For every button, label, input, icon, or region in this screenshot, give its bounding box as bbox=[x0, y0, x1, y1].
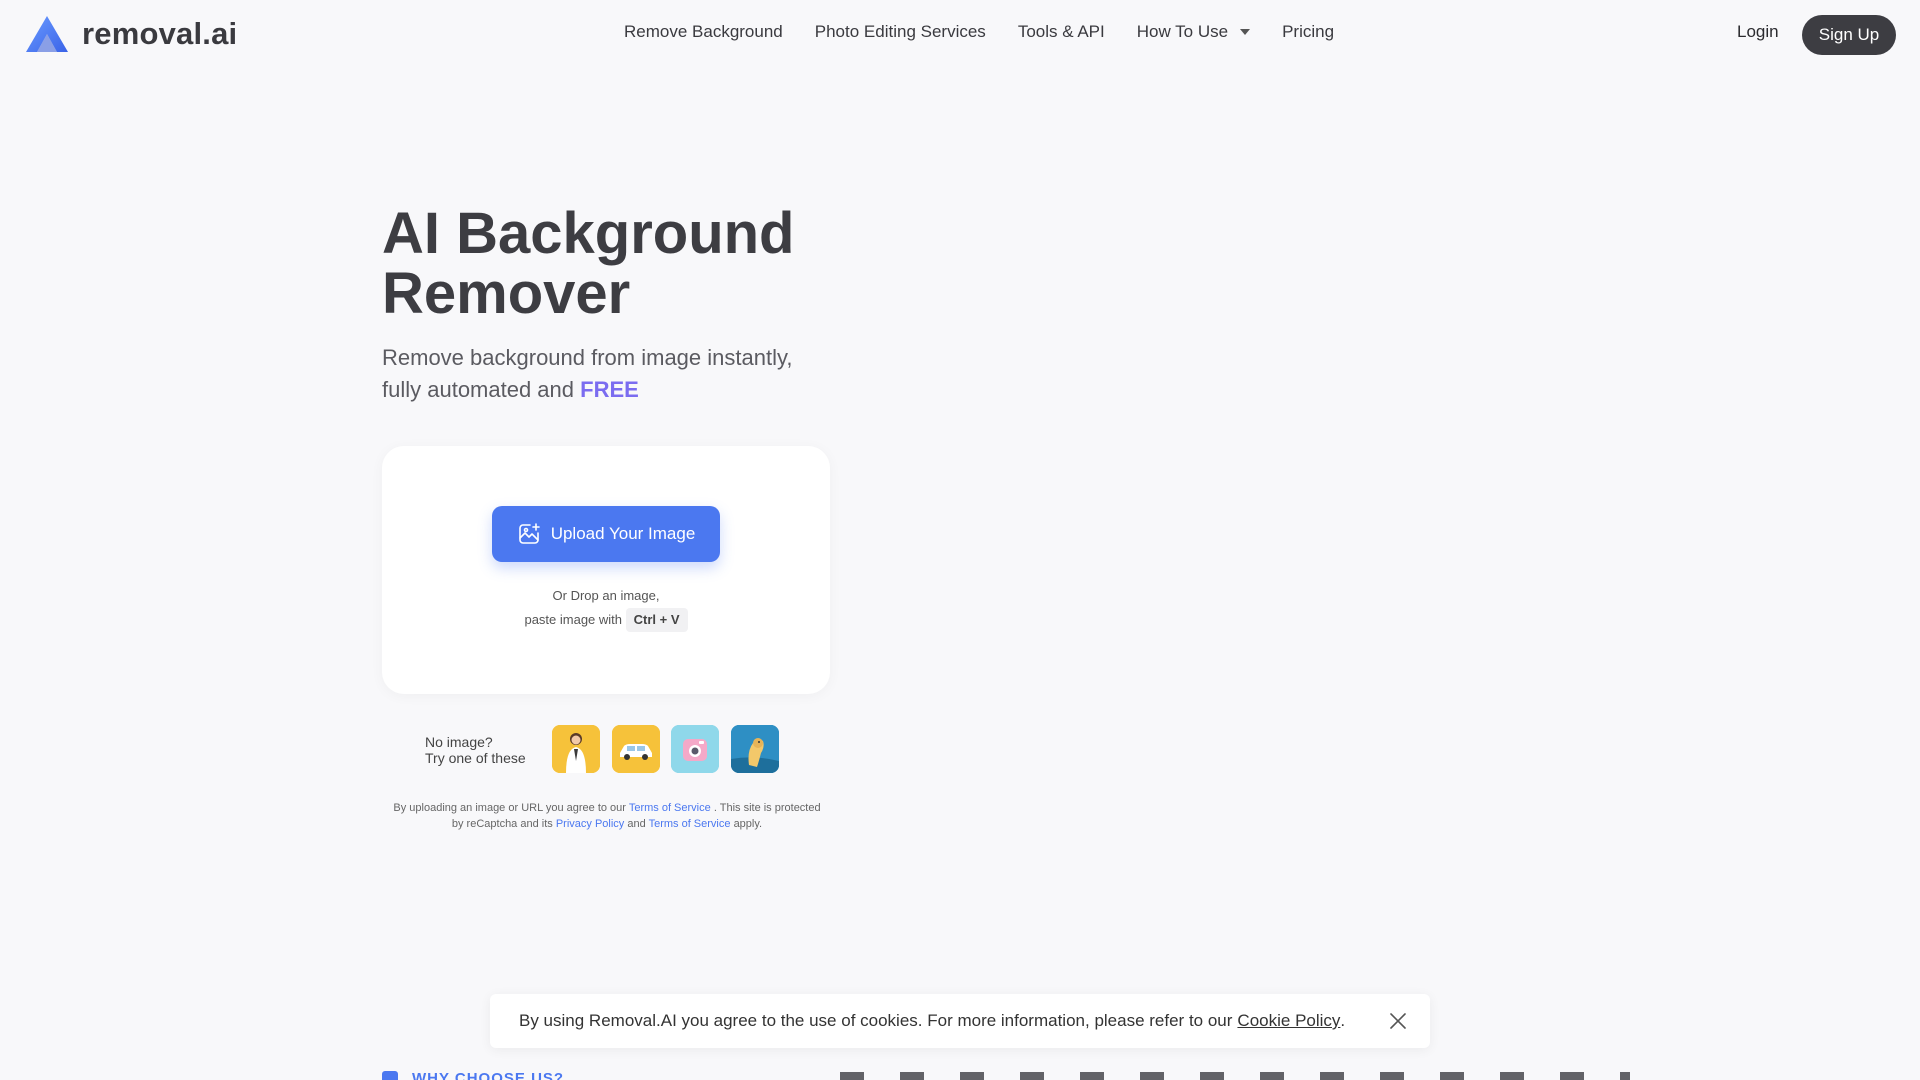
why-choose-us-label: WHY CHOOSE US? bbox=[382, 1070, 564, 1080]
nav-how-to-use-label: How To Use bbox=[1136, 22, 1229, 41]
sample-image-car[interactable] bbox=[612, 725, 660, 773]
subtitle-line-2: fully automated and bbox=[382, 377, 575, 402]
upload-dropzone[interactable]: Upload Your Image Or Drop an image, past… bbox=[382, 446, 830, 694]
drop-line-1: Or Drop an image, bbox=[552, 588, 660, 603]
legal-notice: By uploading an image or URL you agree t… bbox=[392, 800, 822, 832]
legal-text-4: apply. bbox=[733, 818, 763, 830]
cookie-period: . bbox=[1340, 1011, 1346, 1030]
drop-instructions: Or Drop an image, paste image with Ctrl … bbox=[382, 584, 830, 632]
paste-shortcut: Ctrl + V bbox=[625, 608, 688, 632]
upload-image-button[interactable]: Upload Your Image bbox=[492, 506, 720, 562]
nav-tools-api-label: Tools & API bbox=[1017, 22, 1105, 41]
nav-how-to-use[interactable]: How To Use bbox=[1136, 22, 1251, 42]
signup-button[interactable]: Sign Up bbox=[1802, 15, 1896, 55]
section-heading-peek bbox=[840, 1072, 1630, 1080]
login-link[interactable]: Login bbox=[1737, 22, 1779, 42]
upload-button-label: Upload Your Image bbox=[550, 524, 696, 543]
title-line-2: Remover bbox=[382, 261, 631, 326]
nav-photo-editing-services[interactable]: Photo Editing Services bbox=[815, 22, 986, 42]
page-title: AI Background Remover bbox=[382, 204, 882, 324]
cookie-text: By using Removal.AI you agree to the use… bbox=[519, 1011, 1233, 1030]
sample-prompt: No image? Try one of these bbox=[425, 734, 526, 766]
subtitle-line-1: Remove background from image instantly, bbox=[382, 345, 793, 370]
square-bullet-icon bbox=[382, 1070, 398, 1080]
cookie-policy-link[interactable]: Cookie Policy bbox=[1237, 1011, 1340, 1031]
nav-remove-background-label: Remove Background bbox=[624, 22, 783, 41]
privacy-policy-link[interactable]: Privacy Policy bbox=[556, 818, 624, 830]
sample-image-dog[interactable] bbox=[731, 725, 779, 773]
legal-text-3: and bbox=[627, 818, 646, 830]
nav-photo-editing-services-label: Photo Editing Services bbox=[814, 22, 986, 41]
terms-of-service-link-2[interactable]: Terms of Service bbox=[649, 818, 731, 830]
hero-subtitle: Remove background from image instantly, … bbox=[382, 342, 862, 406]
site-header: removal.ai Remove Background Photo Editi… bbox=[0, 0, 1920, 68]
nav-pricing[interactable]: Pricing bbox=[1282, 22, 1334, 42]
dog-thumbnail-icon bbox=[731, 725, 779, 773]
logo-icon bbox=[26, 16, 68, 52]
logo-text: removal.ai bbox=[82, 16, 238, 51]
terms-of-service-link[interactable]: Terms of Service bbox=[629, 802, 711, 814]
logo[interactable]: removal.ai bbox=[24, 14, 237, 54]
close-icon[interactable] bbox=[1386, 1009, 1410, 1033]
camera-thumbnail-icon bbox=[671, 725, 719, 773]
sample-image-camera[interactable] bbox=[671, 725, 719, 773]
image-upload-icon bbox=[518, 523, 540, 544]
nav-pricing-label: Pricing bbox=[1282, 22, 1335, 41]
cookie-banner: By using Removal.AI you agree to the use… bbox=[490, 994, 1430, 1048]
title-line-1: AI Background bbox=[382, 201, 795, 266]
main-nav: Remove Background Photo Editing Services… bbox=[624, 22, 1366, 42]
woman-thumbnail-icon bbox=[552, 725, 600, 773]
chevron-down-icon bbox=[1240, 29, 1251, 35]
drop-line-2: paste image with bbox=[524, 612, 623, 627]
nav-tools-api[interactable]: Tools & API bbox=[1018, 22, 1105, 42]
car-thumbnail-icon bbox=[612, 725, 660, 773]
sample-image-woman[interactable] bbox=[552, 725, 600, 773]
free-highlight: FREE bbox=[580, 377, 639, 402]
sample-prompt-line-2: Try one of these bbox=[425, 750, 526, 766]
nav-remove-background[interactable]: Remove Background bbox=[624, 22, 783, 42]
sample-prompt-line-1: No image? bbox=[425, 734, 493, 750]
why-choose-us-text: WHY CHOOSE US? bbox=[412, 1070, 565, 1080]
legal-text-1: By uploading an image or URL you agree t… bbox=[393, 802, 626, 814]
